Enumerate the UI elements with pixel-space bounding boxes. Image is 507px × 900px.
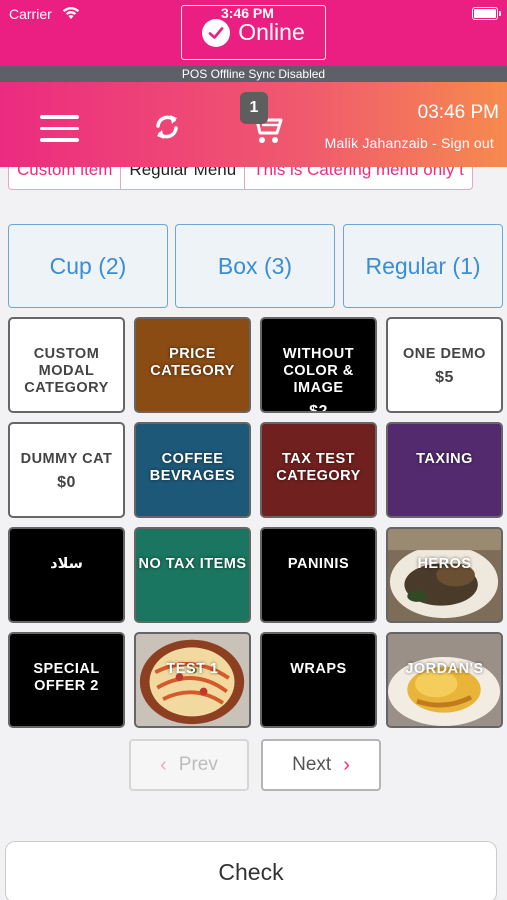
item-name: TAX TEST CATEGORY <box>276 451 361 484</box>
item-name: COFFEE BEVRAGES <box>149 451 236 484</box>
item-tile[interactable]: سلاد <box>8 527 125 623</box>
chevron-left-icon: ‹ <box>160 753 167 776</box>
cart-count-badge: 1 <box>240 92 268 124</box>
item-name: HEROS <box>417 556 472 572</box>
item-tile[interactable]: SPECIAL OFFER 2 <box>8 632 125 728</box>
check-button[interactable]: Check <box>5 841 497 900</box>
item-tile[interactable]: JORDAN'S <box>386 632 503 728</box>
item-tile[interactable]: CUSTOM MODAL CATEGORY <box>8 317 125 413</box>
sync-icon[interactable] <box>150 110 184 144</box>
category-box[interactable]: Box (3) <box>175 224 335 308</box>
user-signout-link[interactable]: Malik Jahanzaib - Sign out <box>325 135 494 151</box>
item-name: PANINIS <box>287 556 350 572</box>
food-photo <box>136 634 249 726</box>
item-name: DUMMY CAT <box>20 451 113 467</box>
item-tile[interactable]: HEROS <box>386 527 503 623</box>
item-tile[interactable]: TAX TEST CATEGORY <box>260 422 377 518</box>
item-tile[interactable]: PANINIS <box>260 527 377 623</box>
battery-icon <box>472 7 501 20</box>
food-photo <box>388 634 501 726</box>
item-tile[interactable]: WRAPS <box>260 632 377 728</box>
hamburger-menu-icon[interactable] <box>40 115 79 143</box>
item-name: CUSTOM MODAL CATEGORY <box>24 346 109 396</box>
cart-button[interactable]: 1 <box>240 92 286 152</box>
item-tile[interactable]: ONE DEMO $5 <box>386 317 503 413</box>
item-name: TEST 1 <box>166 661 219 677</box>
item-tile[interactable]: DUMMY CAT $0 <box>8 422 125 518</box>
carrier-label: Carrier <box>9 6 52 22</box>
item-name: WRAPS <box>290 661 347 677</box>
top-bar: Carrier 3:46 PM Online <box>0 0 507 66</box>
prev-label: Prev <box>178 754 218 775</box>
item-price: $5 <box>435 369 454 386</box>
next-button[interactable]: Next › <box>261 739 381 791</box>
item-name: سلاد <box>50 556 83 572</box>
item-name: TAXING <box>416 451 473 467</box>
item-tile[interactable]: NO TAX ITEMS <box>134 527 251 623</box>
chevron-right-icon: › <box>343 753 350 776</box>
prev-button[interactable]: ‹ Prev <box>129 739 249 791</box>
item-name: NO TAX ITEMS <box>138 556 247 572</box>
online-label: Online <box>238 19 305 45</box>
category-regular[interactable]: Regular (1) <box>343 224 503 308</box>
wifi-icon <box>62 6 80 19</box>
item-name: WITHOUT COLOR & IMAGE <box>282 346 355 396</box>
category-cup[interactable]: Cup (2) <box>8 224 168 308</box>
item-price: $2 <box>309 403 328 413</box>
item-name: PRICE CATEGORY <box>150 346 235 379</box>
item-name: JORDAN'S <box>405 661 484 677</box>
next-label: Next <box>292 754 332 775</box>
header-time: 03:46 PM <box>417 102 499 123</box>
item-tile[interactable]: COFFEE BEVRAGES <box>134 422 251 518</box>
app-header: 1 03:46 PM Malik Jahanzaib - Sign out <box>0 82 507 167</box>
online-toggle-button[interactable]: Online <box>181 5 326 60</box>
checkmark-icon <box>202 18 231 47</box>
item-name: ONE DEMO <box>403 346 486 362</box>
pos-screen: Carrier 3:46 PM Online POS Offline Sync … <box>0 0 507 900</box>
food-photo <box>388 529 501 621</box>
item-tile[interactable]: TEST 1 <box>134 632 251 728</box>
item-tile[interactable]: PRICE CATEGORY <box>134 317 251 413</box>
item-name: SPECIAL OFFER 2 <box>33 661 100 694</box>
sync-banner: POS Offline Sync Disabled <box>0 66 507 82</box>
item-price: $0 <box>57 474 76 491</box>
item-tile[interactable]: WITHOUT COLOR & IMAGE $2 <box>260 317 377 413</box>
item-tile[interactable]: TAXING <box>386 422 503 518</box>
